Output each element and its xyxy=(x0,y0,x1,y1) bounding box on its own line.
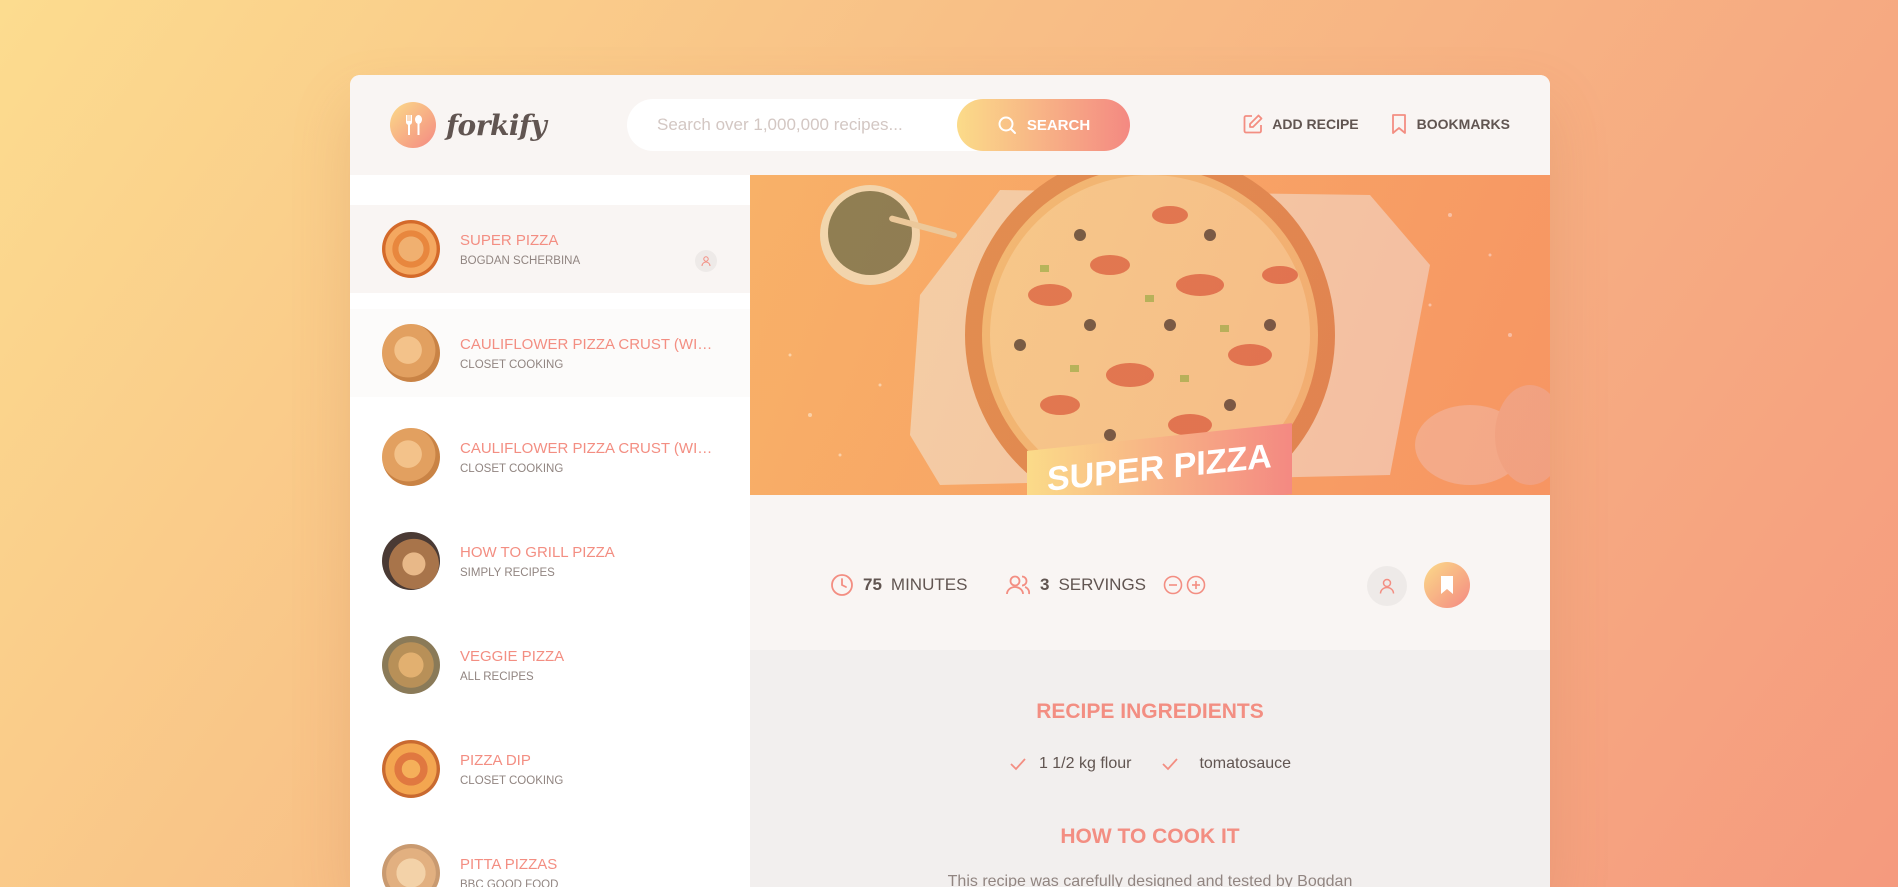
recipe-thumbnail xyxy=(382,532,440,590)
result-publisher: SIMPLY RECIPES xyxy=(460,566,555,579)
recipe-thumbnail xyxy=(382,428,440,486)
bookmarks-button[interactable]: BOOKMARKS xyxy=(1389,113,1510,135)
recipe-thumbnail xyxy=(382,636,440,694)
search-icon xyxy=(998,116,1016,134)
bookmark-icon xyxy=(1391,114,1406,134)
result-title: VEGGIE PIZZA xyxy=(460,647,565,665)
logo-text: forkify xyxy=(446,108,547,142)
edit-icon xyxy=(1243,114,1263,134)
result-publisher: BOGDAN SCHERBINA xyxy=(460,254,581,267)
result-publisher: CLOSET COOKING xyxy=(460,462,564,475)
cooking-time: 75 MINUTES xyxy=(830,573,967,597)
add-recipe-button[interactable]: ADD RECIPE xyxy=(1242,113,1359,135)
users-icon xyxy=(1006,575,1031,595)
result-title: PIZZA DIP xyxy=(460,751,531,769)
search-button[interactable]: SEARCH xyxy=(957,99,1130,151)
result-item[interactable]: SUPER PIZZA BOGDAN SCHERBINA xyxy=(350,205,750,293)
recipe-thumbnail xyxy=(382,220,440,278)
fork-spoon-icon xyxy=(390,102,436,148)
search-form: SEARCH xyxy=(627,99,1130,151)
search-input[interactable] xyxy=(657,115,957,135)
result-title: CAULIFLOWER PIZZA CRUST (WITH CHICKEN PI… xyxy=(460,439,720,457)
ingredient-item: tomatosauce xyxy=(1161,755,1291,773)
recipe-thumbnail xyxy=(382,844,440,887)
logo[interactable]: forkify xyxy=(390,102,547,148)
result-item[interactable]: PITTA PIZZAS BBC GOOD FOOD xyxy=(350,829,750,887)
user-generated-icon xyxy=(1367,566,1407,606)
ingredient-text: 1 1/2 kg flour xyxy=(1038,755,1132,772)
search-button-label: SEARCH xyxy=(1026,116,1091,134)
recipe-image: SUPER PIZZA xyxy=(750,175,1550,495)
ingredient-item: 1 1/2 kg flour xyxy=(1009,755,1132,773)
bookmark-recipe-button[interactable] xyxy=(1424,562,1470,608)
clock-icon xyxy=(831,574,853,596)
result-item[interactable]: VEGGIE PIZZA ALL RECIPES xyxy=(350,621,750,709)
servings: 3 SERVINGS xyxy=(1005,573,1206,597)
ingredients-heading: RECIPE INGREDIENTS xyxy=(1036,700,1264,723)
servings-unit: SERVINGS xyxy=(1058,575,1147,594)
ingredient-text: tomatosauce xyxy=(1199,755,1292,772)
result-publisher: BBC GOOD FOOD xyxy=(460,878,559,887)
result-title: HOW TO GRILL PIZZA xyxy=(460,543,615,561)
app-container: forkify SEARCH ADD RECIPE xyxy=(350,75,1550,887)
result-item[interactable]: CAULIFLOWER PIZZA CRUST (WITH CHICKEN PI… xyxy=(350,413,750,501)
increase-servings-button[interactable] xyxy=(1186,575,1206,595)
result-publisher: CLOSET COOKING xyxy=(460,774,564,787)
search-results: SUPER PIZZA BOGDAN SCHERBINA CAULIFLOWER… xyxy=(350,175,750,887)
header: forkify SEARCH ADD RECIPE xyxy=(350,75,1550,175)
add-recipe-label: ADD RECIPE xyxy=(1272,116,1359,132)
ingredient-list: 1 1/2 kg flour tomatosauce xyxy=(750,755,1550,773)
bookmarks-label: BOOKMARKS xyxy=(1416,116,1510,132)
result-title: CAULIFLOWER PIZZA CRUST (WITH BBQ CHICKE… xyxy=(460,335,720,353)
result-title: SUPER PIZZA xyxy=(460,231,559,249)
recipe-ingredients: RECIPE INGREDIENTS 1 1/2 kg flour tomato… xyxy=(750,650,1550,887)
result-publisher: CLOSET COOKING xyxy=(460,358,564,371)
cooking-time-value: 75 xyxy=(863,575,882,594)
recipe-details: 75 MINUTES 3 SERVINGS xyxy=(750,495,1550,650)
how-to-heading: HOW TO COOK IT xyxy=(1060,825,1240,848)
top-nav: ADD RECIPE BOOKMARKS xyxy=(1242,113,1510,135)
recipe-view: SUPER PIZZA 75 MINUTES 3 SERVINGS RECIPE… xyxy=(750,175,1550,887)
cooking-time-unit: MINUTES xyxy=(890,575,968,594)
check-icon xyxy=(1010,758,1026,771)
bookmark-fill-icon xyxy=(1441,576,1453,594)
result-item[interactable]: HOW TO GRILL PIZZA SIMPLY RECIPES xyxy=(350,517,750,605)
recipe-thumbnail xyxy=(382,324,440,382)
how-to-text: This recipe was carefully designed and t… xyxy=(947,873,1353,887)
check-icon xyxy=(1162,758,1179,771)
result-title: PITTA PIZZAS xyxy=(460,855,558,873)
recipe-thumbnail xyxy=(382,740,440,798)
user-generated-icon xyxy=(695,250,717,272)
servings-value: 3 xyxy=(1040,575,1050,594)
result-item[interactable]: PIZZA DIP CLOSET COOKING xyxy=(350,725,750,813)
decrease-servings-button[interactable] xyxy=(1163,575,1183,595)
result-publisher: ALL RECIPES xyxy=(460,670,534,683)
recipe-title: SUPER PIZZA xyxy=(1047,437,1272,495)
result-item[interactable]: CAULIFLOWER PIZZA CRUST (WITH BBQ CHICKE… xyxy=(350,309,750,397)
